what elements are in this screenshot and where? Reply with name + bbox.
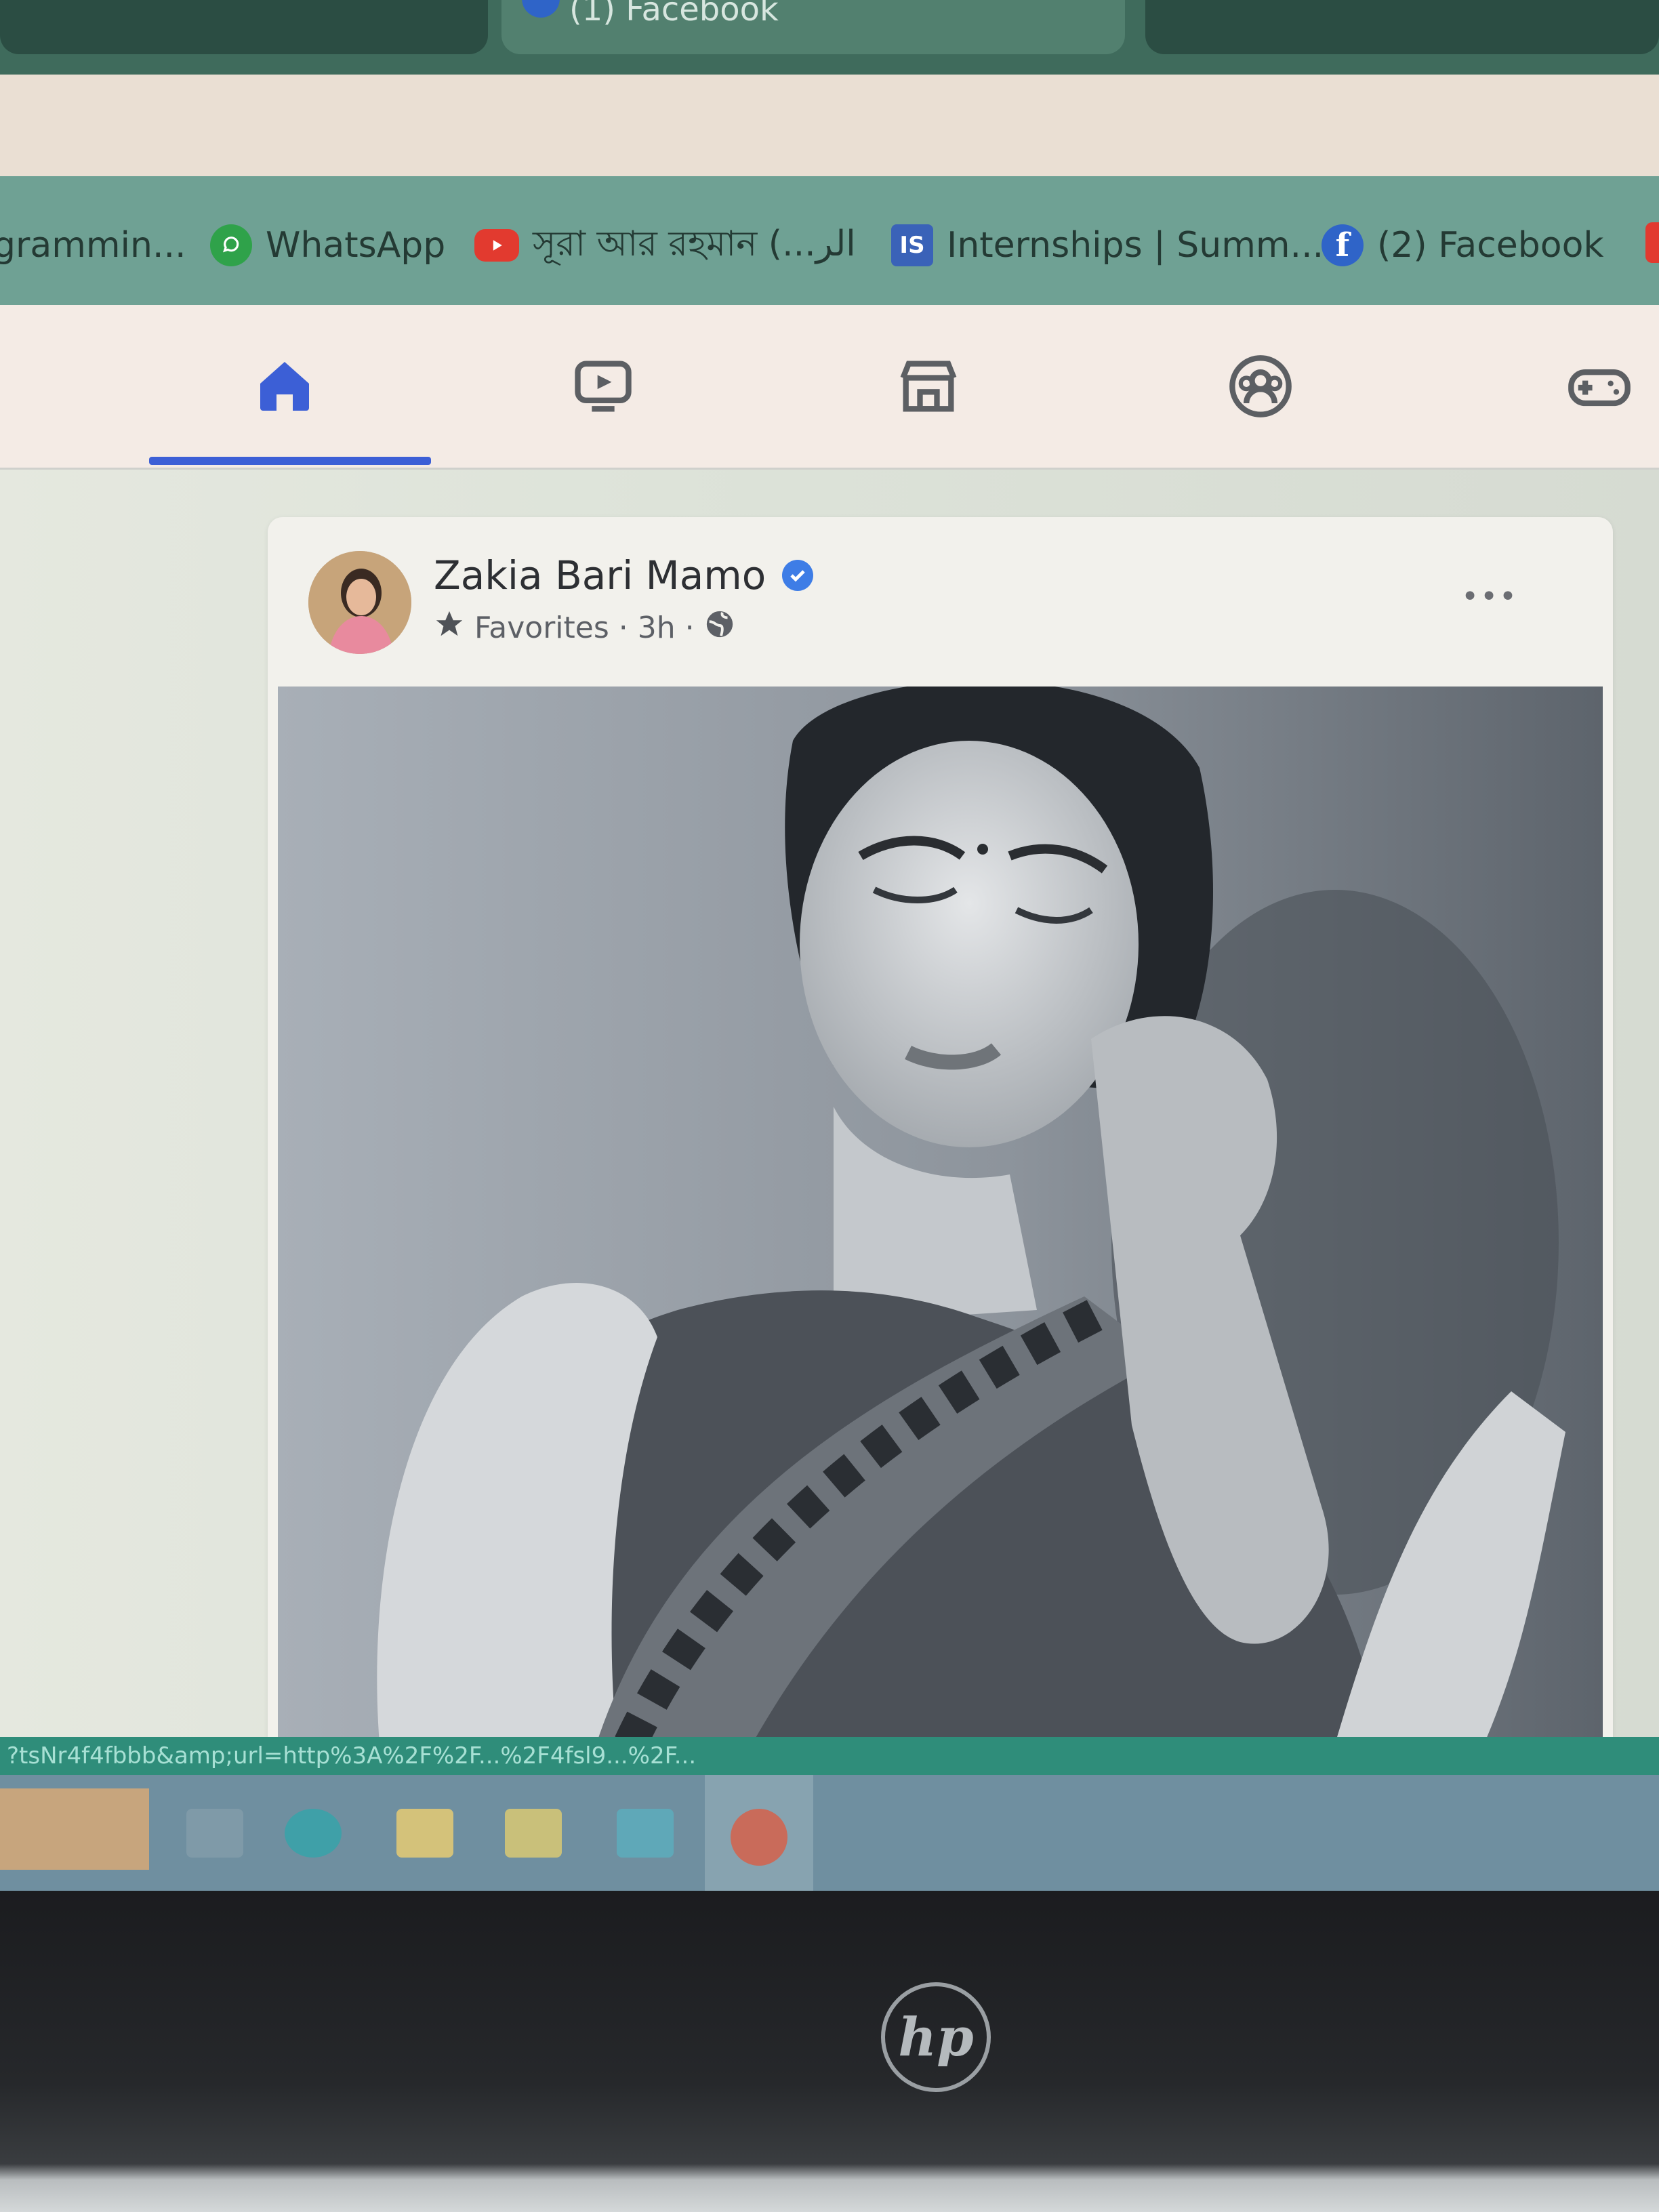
home-icon[interactable] bbox=[244, 346, 325, 427]
audience-label[interactable]: Favorites bbox=[474, 611, 609, 645]
chrome-icon bbox=[731, 1809, 787, 1866]
bookmark-label: সূরা আর রহমান (...الر bbox=[533, 223, 856, 264]
bookmark-surah-rahman[interactable]: সূরা আর রহমান (...الر bbox=[474, 218, 856, 272]
marketplace-icon[interactable] bbox=[888, 346, 969, 427]
tab-label: (1) Facebook bbox=[569, 0, 779, 28]
watch-icon[interactable] bbox=[562, 346, 644, 427]
active-tab-indicator bbox=[149, 457, 431, 465]
browser-tab-strip: (1) Facebook bbox=[0, 0, 1659, 75]
bookmark-facebook[interactable]: f (2) Facebook bbox=[1322, 218, 1604, 272]
facebook-top-nav bbox=[0, 305, 1659, 470]
chrome-taskbar-button[interactable] bbox=[705, 1775, 813, 1891]
bookmark-label: Internships | Summ... bbox=[947, 225, 1324, 266]
internshala-icon: IS bbox=[891, 224, 933, 266]
groups-icon[interactable] bbox=[1220, 346, 1301, 427]
meta-separator: · bbox=[684, 611, 695, 645]
author-name[interactable]: Zakia Bari Mamo bbox=[434, 552, 766, 598]
address-bar[interactable] bbox=[0, 75, 1659, 176]
browser-tab[interactable] bbox=[0, 0, 488, 54]
browser-tab-active[interactable]: (1) Facebook bbox=[501, 0, 1125, 54]
status-url: ?tsNr4f4fbbb&amp;url=http%3A%2F%2F...%2F… bbox=[0, 1737, 1659, 1775]
facebook-icon bbox=[522, 0, 560, 18]
bookmark-internships[interactable]: IS Internships | Summ... bbox=[891, 218, 1324, 272]
bookmark-label: grammin... bbox=[0, 225, 186, 266]
star-icon bbox=[434, 609, 465, 647]
post-author: Zakia Bari Mamo bbox=[434, 552, 814, 598]
post-header: Zakia Bari Mamo Favorites · 3h · ••• bbox=[268, 517, 1613, 687]
post-meta: Favorites · 3h · bbox=[434, 609, 735, 647]
whatsapp-icon bbox=[210, 224, 252, 266]
avatar[interactable] bbox=[308, 551, 411, 654]
bookmarks-bar: grammin... WhatsApp সূরা আর রহমান (...ال… bbox=[0, 176, 1659, 308]
bookmark-whatsapp[interactable]: WhatsApp bbox=[210, 218, 445, 272]
globe-icon bbox=[704, 609, 735, 647]
windows-taskbar bbox=[0, 1775, 1659, 1891]
youtube-icon bbox=[474, 229, 519, 262]
news-feed: Zakia Bari Mamo Favorites · 3h · ••• bbox=[0, 470, 1659, 1744]
portrait-photo bbox=[278, 687, 1603, 1744]
edge-icon[interactable] bbox=[285, 1809, 342, 1858]
facebook-icon: f bbox=[1322, 224, 1364, 266]
post-photo[interactable] bbox=[278, 687, 1603, 1744]
hp-logo: hp bbox=[881, 1982, 991, 2092]
post-time[interactable]: 3h bbox=[638, 611, 676, 645]
browser-tab[interactable] bbox=[1145, 0, 1659, 54]
bookmark-label: WhatsApp bbox=[266, 225, 446, 266]
task-view-icon[interactable] bbox=[186, 1809, 243, 1858]
bookmark-programming[interactable]: grammin... bbox=[0, 218, 186, 272]
laptop-screen: (1) Facebook grammin... WhatsApp সূরা আর… bbox=[0, 0, 1659, 1891]
feed-post: Zakia Bari Mamo Favorites · 3h · ••• bbox=[268, 517, 1613, 1744]
weather-widget[interactable] bbox=[0, 1788, 149, 1870]
bookmark-label: (2) Facebook bbox=[1377, 225, 1604, 266]
more-options-button[interactable]: ••• bbox=[1461, 579, 1518, 614]
verified-badge-icon bbox=[782, 560, 814, 591]
laptop-bezel: hp bbox=[0, 1891, 1659, 2212]
mail-icon[interactable] bbox=[617, 1809, 674, 1858]
store-icon[interactable] bbox=[505, 1809, 562, 1858]
gaming-icon[interactable] bbox=[1559, 346, 1640, 427]
file-explorer-icon[interactable] bbox=[396, 1809, 453, 1858]
meta-separator: · bbox=[618, 611, 628, 645]
bookmark-overflow[interactable] bbox=[1645, 222, 1659, 263]
